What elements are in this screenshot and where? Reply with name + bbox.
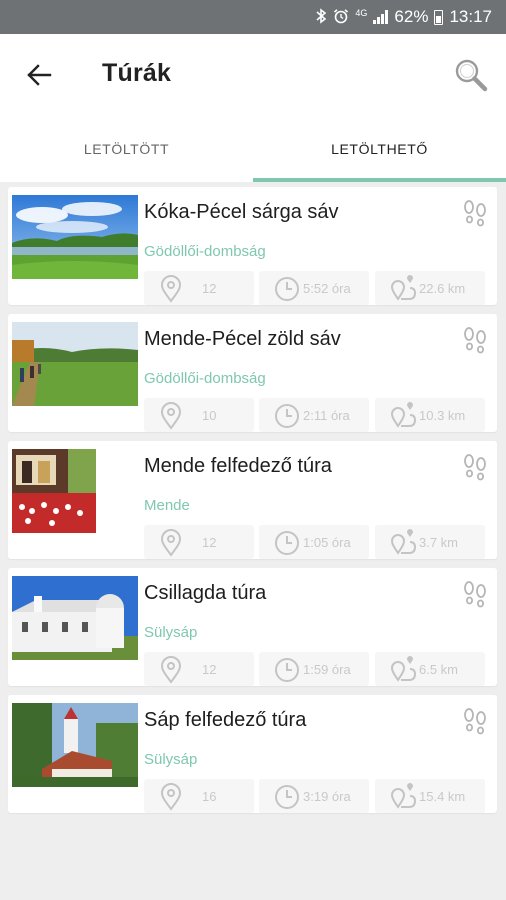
stat-distance: 10.3 km (375, 398, 485, 432)
stat-value: 1:59 óra (303, 662, 351, 677)
tour-thumbnail (12, 195, 138, 279)
tab-downloadable[interactable]: LETÖLTHETŐ (253, 116, 506, 182)
tour-title: Mende-Pécel zöld sáv (144, 328, 341, 350)
stat-value: 12 (202, 662, 217, 677)
stat-duration: 3:19 óra (259, 779, 369, 813)
stat-duration: 2:11 óra (259, 398, 369, 432)
battery-percent: 62% (394, 7, 429, 26)
stat-value: 5:52 óra (303, 281, 351, 296)
clock-icon (275, 277, 299, 301)
map-pin-icon (160, 656, 182, 684)
stat-points: 12 (144, 525, 254, 559)
clock-icon (275, 785, 299, 809)
footprints-icon[interactable] (461, 580, 489, 608)
route-distance-icon (390, 402, 417, 428)
map-pin-icon (160, 783, 182, 811)
stat-value: 10 (202, 408, 217, 423)
clock-icon (275, 404, 299, 428)
app-bar: Túrák (0, 34, 506, 116)
footprints-icon[interactable] (461, 326, 489, 354)
back-button[interactable] (20, 56, 58, 94)
stat-duration: 1:59 óra (259, 652, 369, 686)
map-pin-icon (160, 402, 182, 430)
tour-title: Kóka-Pécel sárga sáv (144, 201, 339, 223)
tour-thumbnail (12, 449, 138, 533)
stat-points: 16 (144, 779, 254, 813)
tour-title: Csillagda túra (144, 582, 267, 604)
tour-card[interactable]: Mende felfedező túra Mende 12 1:05 óra 3… (8, 441, 497, 559)
stat-distance: 6.5 km (375, 652, 485, 686)
tour-title: Mende felfedező túra (144, 455, 332, 477)
signal-icon (373, 10, 389, 24)
tour-thumbnail (12, 576, 138, 660)
stat-value: 22.6 km (419, 281, 466, 296)
clock-icon (275, 658, 299, 682)
stat-value: 12 (202, 281, 217, 296)
tab-bar: LETÖLTÖTT LETÖLTHETŐ (0, 116, 506, 182)
tour-region: Sülysáp (144, 751, 198, 768)
stat-distance: 15.4 km (375, 779, 485, 813)
route-distance-icon (390, 783, 417, 809)
stat-value: 1:05 óra (303, 535, 351, 550)
route-distance-icon (390, 656, 417, 682)
map-pin-icon (160, 529, 182, 557)
route-distance-icon (390, 275, 417, 301)
stat-points: 10 (144, 398, 254, 432)
tour-card[interactable]: Kóka-Pécel sárga sáv Gödöllői-dombság 12… (8, 187, 497, 305)
stat-value: 15.4 km (419, 789, 466, 804)
tour-region: Gödöllői-dombság (144, 243, 266, 260)
tour-card[interactable]: Sáp felfedező túra Sülysáp 16 3:19 óra 1… (8, 695, 497, 813)
map-pin-icon (160, 275, 182, 303)
stat-value: 12 (202, 535, 217, 550)
stat-distance: 3.7 km (375, 525, 485, 559)
footprints-icon[interactable] (461, 707, 489, 735)
tour-card[interactable]: Csillagda túra Sülysáp 12 1:59 óra 6.5 k… (8, 568, 497, 686)
alarm-icon (333, 8, 349, 26)
search-button[interactable] (450, 54, 492, 96)
bluetooth-icon (315, 8, 327, 26)
footprints-icon[interactable] (461, 453, 489, 481)
stat-points: 12 (144, 271, 254, 305)
stat-value: 16 (202, 789, 217, 804)
clock: 13:17 (449, 7, 492, 26)
tour-region: Mende (144, 497, 190, 514)
tour-card[interactable]: Mende-Pécel zöld sáv Gödöllői-dombság 10… (8, 314, 497, 432)
page-title: Túrák (102, 59, 172, 87)
stat-points: 12 (144, 652, 254, 686)
arrow-left-icon (27, 64, 52, 86)
tour-region: Sülysáp (144, 624, 198, 641)
tour-thumbnail (12, 703, 138, 787)
search-icon (455, 59, 488, 92)
tour-list: Kóka-Pécel sárga sáv Gödöllői-dombság 12… (0, 182, 506, 900)
tour-thumbnail (12, 322, 138, 406)
clock-icon (275, 531, 299, 555)
battery-icon (434, 9, 444, 25)
route-distance-icon (390, 529, 417, 555)
stat-value: 10.3 km (419, 408, 466, 423)
network-type: 4G (355, 7, 368, 18)
status-bar: 4G 62% 13:17 (0, 0, 506, 34)
footprints-icon[interactable] (461, 199, 489, 227)
stat-duration: 5:52 óra (259, 271, 369, 305)
stat-value: 3.7 km (419, 535, 459, 550)
tour-title: Sáp felfedező túra (144, 709, 307, 731)
stat-duration: 1:05 óra (259, 525, 369, 559)
stat-value: 3:19 óra (303, 789, 351, 804)
stat-value: 6.5 km (419, 662, 459, 677)
tour-region: Gödöllői-dombság (144, 370, 266, 387)
tab-downloaded[interactable]: LETÖLTÖTT (0, 116, 253, 182)
stat-distance: 22.6 km (375, 271, 485, 305)
stat-value: 2:11 óra (303, 408, 350, 423)
